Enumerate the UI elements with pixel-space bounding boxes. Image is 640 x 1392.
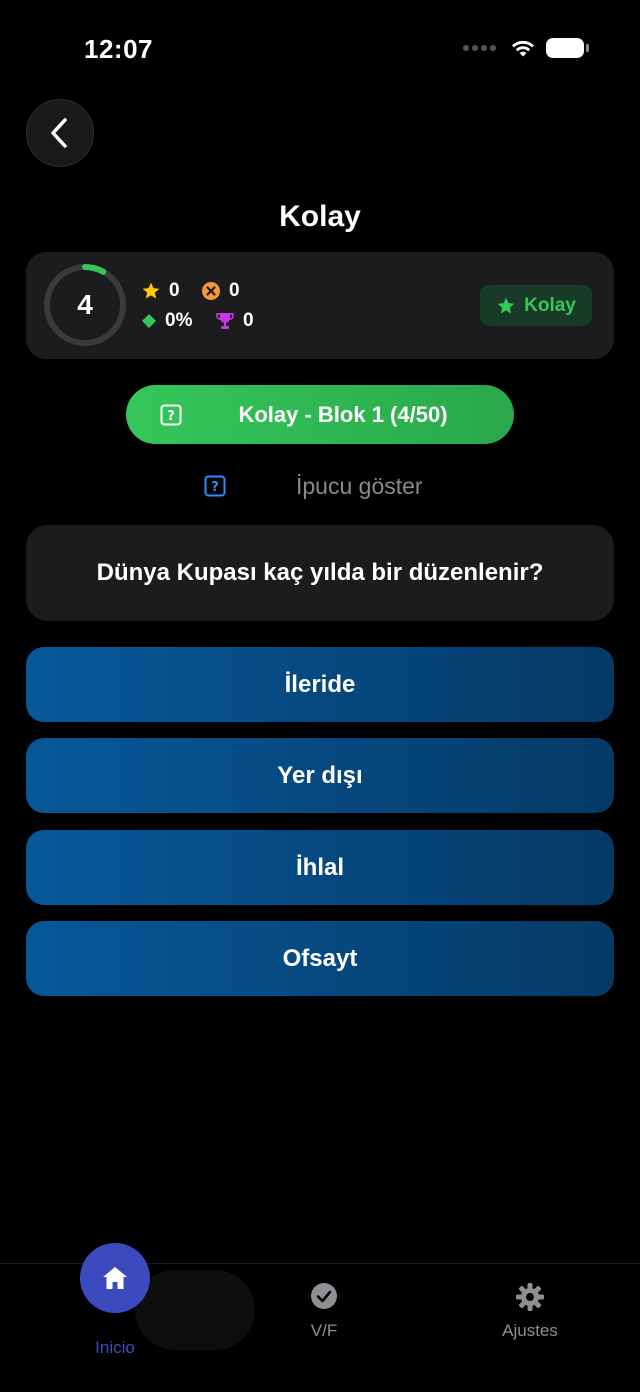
battery-icon (546, 38, 589, 58)
question-card: Dünya Kupası kaç yılda bir düzenlenir? (26, 525, 614, 621)
status-icons (463, 38, 589, 58)
answer-option-1[interactable]: İleride (26, 647, 614, 722)
home-icon (103, 1267, 127, 1289)
block-button-label: Kolay - Blok 1 (4/50) (238, 401, 448, 427)
block-button[interactable]: ? Kolay - Blok 1 (4/50) (126, 385, 514, 444)
diamond-icon (142, 314, 156, 328)
gear-icon[interactable] (515, 1282, 545, 1312)
x-circle-icon (202, 282, 220, 300)
answer-option-4[interactable]: Ofsayt (26, 921, 614, 996)
page-title: Kolay (279, 200, 361, 233)
trophy-icon (216, 313, 234, 329)
wrong-count: 0 (229, 280, 240, 301)
svg-text:?: ? (211, 480, 219, 495)
status-time: 12:07 (84, 34, 153, 64)
wrong-stat: 0 (201, 280, 240, 302)
tab-inicio-label[interactable]: Inicio (55, 1338, 175, 1358)
checkmark-circle-icon[interactable] (310, 1282, 338, 1310)
trophy-count: 0 (243, 310, 254, 331)
tab-ajustes-label[interactable]: Ajustes (470, 1321, 590, 1341)
stats-card: 4 0 0 0% 0 Kolay (26, 252, 614, 359)
answer-label: İleride (284, 670, 356, 698)
answer-label: Ofsayt (282, 944, 358, 972)
level-badge-label: Kolay (524, 294, 576, 316)
tab-vf-label[interactable]: V/F (264, 1321, 384, 1341)
question-square-icon: ? (204, 475, 226, 497)
chevron-left-icon (51, 118, 67, 148)
star-icon (497, 297, 515, 313)
trophy-stat: 0 (215, 310, 254, 332)
accuracy-stat: 0% (141, 310, 192, 332)
wifi-icon (512, 40, 534, 57)
answer-option-3[interactable]: İhlal (26, 830, 614, 905)
back-button[interactable] (26, 99, 94, 167)
stars-count: 0 (169, 280, 180, 301)
level-badge: Kolay (480, 285, 592, 326)
cellular-signal-icon (463, 45, 496, 51)
stars-stat: 0 (141, 280, 180, 302)
answer-label: Yer dışı (277, 761, 363, 789)
answer-option-2[interactable]: Yer dışı (26, 738, 614, 813)
hint-button[interactable]: ? İpucu göster (0, 471, 640, 501)
accuracy-value: 0% (165, 310, 193, 331)
hint-label: İpucu göster (296, 473, 423, 499)
tab-inicio[interactable] (80, 1243, 150, 1313)
progress-number: 4 (77, 289, 93, 320)
question-text: Dünya Kupası kaç yılda bir düzenlenir? (96, 559, 544, 586)
answer-label: İhlal (295, 853, 344, 881)
star-icon (142, 282, 160, 299)
